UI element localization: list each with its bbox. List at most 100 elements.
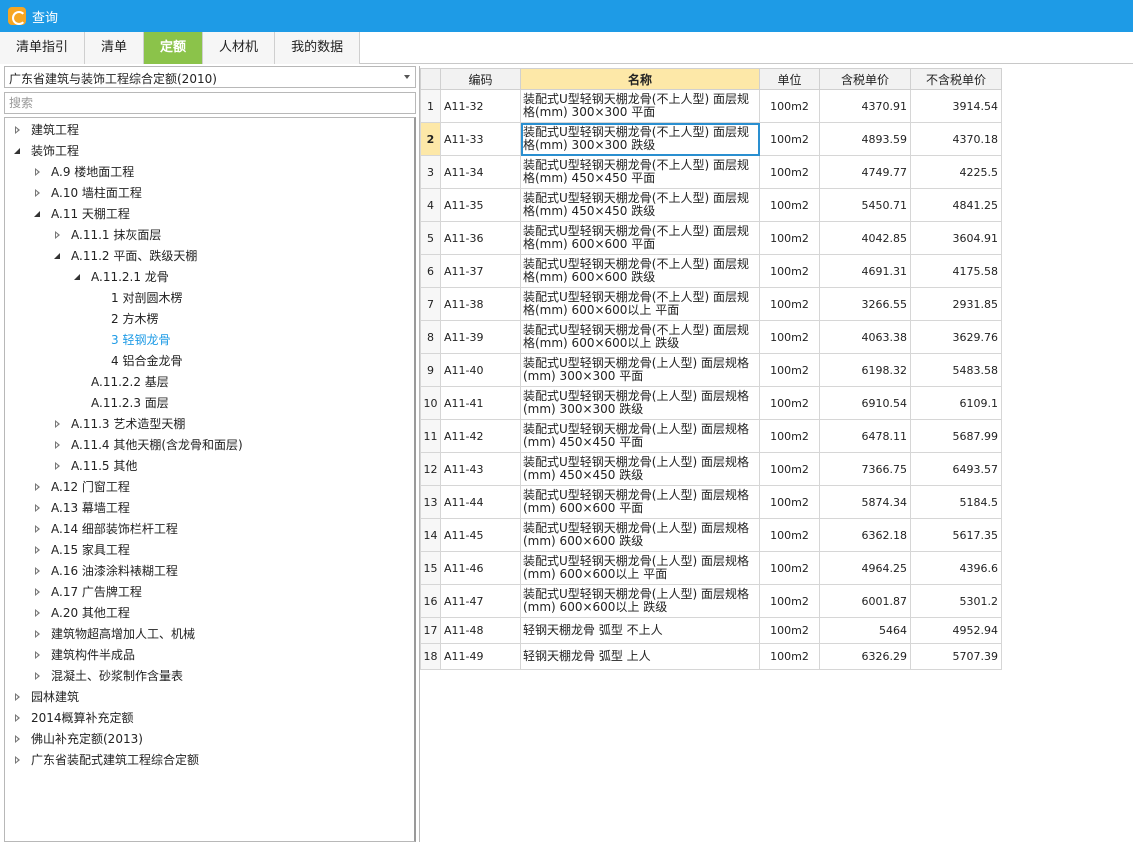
row-index-cell[interactable]: 4 xyxy=(420,188,441,222)
name-cell[interactable]: 装配式U型轻钢天棚龙骨(上人型) 面层规格(mm) 600×600以上 跌级 xyxy=(520,584,760,618)
code-cell[interactable]: A11-43 xyxy=(440,452,521,486)
table-row[interactable]: 16 A11-47 装配式U型轻钢天棚龙骨(上人型) 面层规格(mm) 600×60… xyxy=(420,584,1002,618)
row-index-cell[interactable]: 18 xyxy=(420,643,441,670)
tree-node[interactable]: A.20 其他工程 xyxy=(33,603,130,623)
price-tax-cell[interactable]: 4042.85 xyxy=(819,221,911,255)
code-cell[interactable]: A11-49 xyxy=(440,643,521,670)
code-cell[interactable]: A11-42 xyxy=(440,419,521,453)
name-cell[interactable]: 装配式U型轻钢天棚龙骨(上人型) 面层规格(mm) 600×600 跌级 xyxy=(520,518,760,552)
expand-arrow-icon[interactable] xyxy=(53,440,63,450)
price-tax-cell[interactable]: 6478.11 xyxy=(819,419,911,453)
unit-cell[interactable]: 100m2 xyxy=(759,386,820,420)
column-header-name[interactable]: 名称 xyxy=(520,68,760,90)
tree-node[interactable]: 建筑工程 xyxy=(13,120,79,140)
code-cell[interactable]: A11-46 xyxy=(440,551,521,585)
name-cell[interactable]: 轻钢天棚龙骨 弧型 不上人 xyxy=(520,617,760,644)
code-cell[interactable]: A11-45 xyxy=(440,518,521,552)
collapse-arrow-icon[interactable] xyxy=(53,251,63,261)
price-notax-cell[interactable]: 2931.85 xyxy=(910,287,1002,321)
row-index-cell[interactable]: 13 xyxy=(420,485,441,519)
price-tax-cell[interactable]: 5464 xyxy=(819,617,911,644)
code-cell[interactable]: A11-48 xyxy=(440,617,521,644)
price-tax-cell[interactable]: 6362.18 xyxy=(819,518,911,552)
row-index-cell[interactable]: 2 xyxy=(420,122,441,156)
tree-node[interactable]: A.11.1 抹灰面层 xyxy=(53,225,161,245)
unit-cell[interactable]: 100m2 xyxy=(759,89,820,123)
expand-arrow-icon[interactable] xyxy=(33,482,43,492)
price-notax-cell[interactable]: 4175.58 xyxy=(910,254,1002,288)
tree-node[interactable]: 广东省装配式建筑工程综合定额 xyxy=(13,750,199,770)
expand-arrow-icon[interactable] xyxy=(13,755,23,765)
table-row[interactable]: 17 A11-48 轻钢天棚龙骨 弧型 不上人 100m2 5464 4952.94 xyxy=(420,617,1002,644)
expand-arrow-icon[interactable] xyxy=(33,566,43,576)
column-header-code[interactable]: 编码 xyxy=(440,68,521,90)
unit-cell[interactable]: 100m2 xyxy=(759,485,820,519)
tab-bill-guide[interactable]: 清单指引 xyxy=(0,32,86,64)
expand-arrow-icon[interactable] xyxy=(13,692,23,702)
unit-cell[interactable]: 100m2 xyxy=(759,188,820,222)
table-row[interactable]: 4 A11-35 装配式U型轻钢天棚龙骨(不上人型) 面层规格(mm) 450×45… xyxy=(420,188,1002,222)
tree-node[interactable]: 混凝土、砂浆制作含量表 xyxy=(33,666,183,686)
unit-cell[interactable]: 100m2 xyxy=(759,155,820,189)
price-tax-cell[interactable]: 4691.31 xyxy=(819,254,911,288)
price-notax-cell[interactable]: 6493.57 xyxy=(910,452,1002,486)
price-notax-cell[interactable]: 3629.76 xyxy=(910,320,1002,354)
price-notax-cell[interactable]: 5483.58 xyxy=(910,353,1002,387)
price-tax-cell[interactable]: 4370.91 xyxy=(819,89,911,123)
code-cell[interactable]: A11-39 xyxy=(440,320,521,354)
table-row[interactable]: 5 A11-36 装配式U型轻钢天棚龙骨(不上人型) 面层规格(mm) 600×60… xyxy=(420,221,1002,255)
tab-labor-material-machine[interactable]: 人材机 xyxy=(203,32,276,64)
row-index-cell[interactable]: 5 xyxy=(420,221,441,255)
price-tax-cell[interactable]: 6326.29 xyxy=(819,643,911,670)
name-cell[interactable]: 装配式U型轻钢天棚龙骨(上人型) 面层规格(mm) 300×300 平面 xyxy=(520,353,760,387)
tree-node[interactable]: 1 对剖圆木楞 xyxy=(93,288,182,308)
row-index-cell[interactable]: 3 xyxy=(420,155,441,189)
table-row[interactable]: 15 A11-46 装配式U型轻钢天棚龙骨(上人型) 面层规格(mm) 600×60… xyxy=(420,551,1002,585)
price-notax-cell[interactable]: 5184.5 xyxy=(910,485,1002,519)
table-row[interactable]: 1 A11-32 装配式U型轻钢天棚龙骨(不上人型) 面层规格(mm) 300×30… xyxy=(420,89,1002,123)
name-cell[interactable]: 装配式U型轻钢天棚龙骨(不上人型) 面层规格(mm) 600×600 跌级 xyxy=(520,254,760,288)
tab-bill[interactable]: 清单 xyxy=(85,32,145,64)
code-cell[interactable]: A11-41 xyxy=(440,386,521,420)
table-row[interactable]: 14 A11-45 装配式U型轻钢天棚龙骨(上人型) 面层规格(mm) 600×60… xyxy=(420,518,1002,552)
column-header-index[interactable] xyxy=(420,68,441,90)
expand-arrow-icon[interactable] xyxy=(33,524,43,534)
tree-node[interactable]: 3 轻钢龙骨 xyxy=(93,330,170,350)
tab-my-data[interactable]: 我的数据 xyxy=(275,32,361,64)
name-cell[interactable]: 装配式U型轻钢天棚龙骨(不上人型) 面层规格(mm) 450×450 平面 xyxy=(520,155,760,189)
price-tax-cell[interactable]: 5450.71 xyxy=(819,188,911,222)
price-tax-cell[interactable]: 4964.25 xyxy=(819,551,911,585)
tree-node[interactable]: A.11.2.2 基层 xyxy=(73,372,169,392)
row-index-cell[interactable]: 14 xyxy=(420,518,441,552)
row-index-cell[interactable]: 8 xyxy=(420,320,441,354)
expand-arrow-icon[interactable] xyxy=(53,461,63,471)
tree-node[interactable]: A.11.3 艺术造型天棚 xyxy=(53,414,185,434)
code-cell[interactable]: A11-47 xyxy=(440,584,521,618)
expand-arrow-icon[interactable] xyxy=(13,713,23,723)
price-tax-cell[interactable]: 5874.34 xyxy=(819,485,911,519)
table-row[interactable]: 10 A11-41 装配式U型轻钢天棚龙骨(上人型) 面层规格(mm) 300×30… xyxy=(420,386,1002,420)
tree-node[interactable]: A.11.2 平面、跌级天棚 xyxy=(53,246,197,266)
column-header-price-notax[interactable]: 不含税单价 xyxy=(910,68,1002,90)
unit-cell[interactable]: 100m2 xyxy=(759,287,820,321)
name-cell[interactable]: 装配式U型轻钢天棚龙骨(不上人型) 面层规格(mm) 300×300 跌级 xyxy=(520,122,760,156)
row-index-cell[interactable]: 7 xyxy=(420,287,441,321)
dropdown-arrow-icon[interactable] xyxy=(404,75,410,79)
price-notax-cell[interactable]: 5617.35 xyxy=(910,518,1002,552)
row-index-cell[interactable]: 12 xyxy=(420,452,441,486)
collapse-arrow-icon[interactable] xyxy=(73,272,83,282)
tree-node[interactable]: 园林建筑 xyxy=(13,687,79,707)
tree-node[interactable]: A.15 家具工程 xyxy=(33,540,130,560)
price-tax-cell[interactable]: 7366.75 xyxy=(819,452,911,486)
price-notax-cell[interactable]: 6109.1 xyxy=(910,386,1002,420)
tree-node[interactable]: A.17 广告牌工程 xyxy=(33,582,142,602)
tree-node[interactable]: A.9 楼地面工程 xyxy=(33,162,134,182)
expand-arrow-icon[interactable] xyxy=(33,587,43,597)
name-cell[interactable]: 装配式U型轻钢天棚龙骨(上人型) 面层规格(mm) 300×300 跌级 xyxy=(520,386,760,420)
row-index-cell[interactable]: 11 xyxy=(420,419,441,453)
table-row[interactable]: 3 A11-34 装配式U型轻钢天棚龙骨(不上人型) 面层规格(mm) 450×45… xyxy=(420,155,1002,189)
unit-cell[interactable]: 100m2 xyxy=(759,518,820,552)
quota-library-select[interactable]: 广东省建筑与装饰工程综合定额(2010) xyxy=(4,66,416,88)
table-row[interactable]: 9 A11-40 装配式U型轻钢天棚龙骨(上人型) 面层规格(mm) 300×300… xyxy=(420,353,1002,387)
tree-node[interactable]: 2 方木楞 xyxy=(93,309,158,329)
